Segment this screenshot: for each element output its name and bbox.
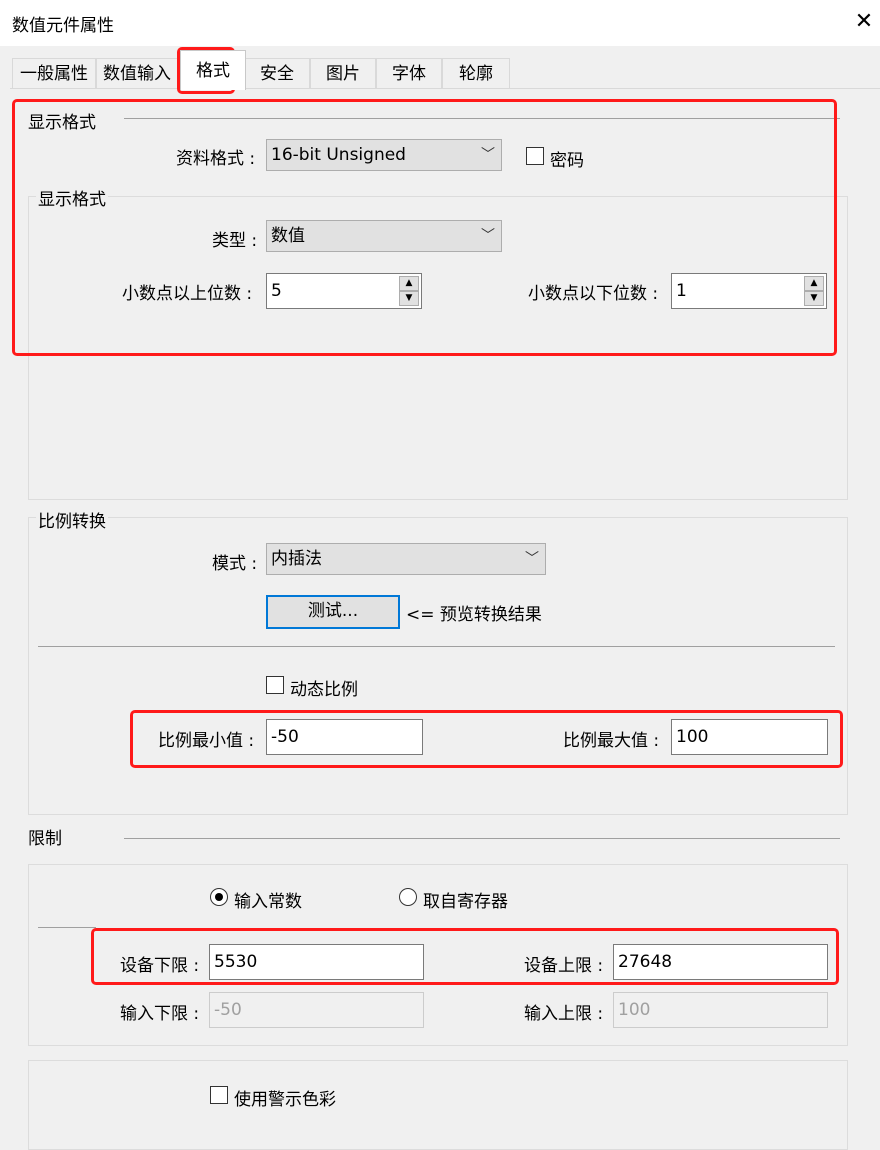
scale-max-input[interactable]: 100 <box>671 719 828 755</box>
mode-select[interactable]: 内插法 ﹀ <box>266 543 546 575</box>
tab-font[interactable]: 字体 <box>376 58 442 88</box>
spin-down-icon[interactable]: ▼ <box>804 291 824 306</box>
type-label: 类型 : <box>212 231 258 251</box>
preview-hint: <= 预览转换结果 <box>406 605 542 625</box>
int-digits-value: 5 <box>271 281 282 301</box>
dec-digits-label: 小数点以下位数 : <box>528 284 659 304</box>
limits-title-divider <box>124 838 840 839</box>
device-low-input[interactable]: 5530 <box>209 944 424 980</box>
tab-general[interactable]: 一般属性 <box>12 58 96 88</box>
device-low-label: 设备下限 : <box>120 956 200 976</box>
input-constant-label: 输入常数 <box>234 892 302 912</box>
input-low-field: -50 <box>209 992 424 1028</box>
radio-from-register[interactable] <box>399 888 417 906</box>
data-format-select[interactable]: 16-bit Unsigned ﹀ <box>266 139 502 171</box>
chevron-down-icon: ﹀ <box>525 551 539 567</box>
type-value: 数值 <box>271 226 305 246</box>
password-label: 密码 <box>550 151 584 171</box>
dec-digits-value: 1 <box>676 281 687 301</box>
display-format-divider <box>124 118 840 119</box>
device-high-label: 设备上限 : <box>524 956 604 976</box>
scaling-divider <box>38 646 835 647</box>
scale-max-label: 比例最大值 : <box>563 731 660 751</box>
password-checkbox[interactable] <box>526 147 544 165</box>
radio-input-constant[interactable] <box>210 888 228 906</box>
tab-security[interactable]: 安全 <box>244 58 310 88</box>
mode-value: 内插法 <box>271 549 322 569</box>
display-format-title: 显示格式 <box>28 113 96 133</box>
scale-min-input[interactable]: -50 <box>266 719 423 755</box>
spin-down-icon[interactable]: ▼ <box>399 291 419 306</box>
data-format-value: 16-bit Unsigned <box>271 145 406 165</box>
tab-format[interactable]: 格式 <box>180 50 246 90</box>
close-icon[interactable]: ✕ <box>848 6 880 38</box>
chevron-down-icon: ﹀ <box>481 147 495 163</box>
spin-up-icon[interactable]: ▲ <box>399 276 419 291</box>
data-format-label: 资料格式 : <box>176 149 256 169</box>
type-select[interactable]: 数值 ﹀ <box>266 220 502 252</box>
device-high-input[interactable]: 27648 <box>613 944 828 980</box>
from-register-label: 取自寄存器 <box>423 892 508 912</box>
int-digits-label: 小数点以上位数 : <box>122 284 253 304</box>
tab-numeric-input[interactable]: 数值输入 <box>96 58 178 88</box>
window-title: 数值元件属性 <box>12 16 114 36</box>
dynamic-scale-checkbox[interactable] <box>266 676 284 694</box>
chevron-down-icon: ﹀ <box>481 228 495 244</box>
display-format-subtitle: 显示格式 <box>36 185 108 210</box>
scale-min-label: 比例最小值 : <box>158 731 255 751</box>
title-bar <box>0 0 880 46</box>
scaling-title: 比例转换 <box>36 507 108 532</box>
tab-outline[interactable]: 轮廓 <box>442 58 510 88</box>
alarm-color-checkbox[interactable] <box>210 1086 228 1104</box>
test-button[interactable]: 测试... <box>266 595 400 629</box>
tab-picture[interactable]: 图片 <box>310 58 376 88</box>
input-low-label: 输入下限 : <box>120 1004 200 1024</box>
limits-divider <box>38 927 96 928</box>
dec-digits-stepper[interactable]: 1 ▲ ▼ <box>671 273 827 309</box>
mode-label: 模式 : <box>212 554 258 574</box>
input-high-field: 100 <box>613 992 828 1028</box>
spin-up-icon[interactable]: ▲ <box>804 276 824 291</box>
dynamic-scale-label: 动态比例 <box>290 680 358 700</box>
int-digits-stepper[interactable]: 5 ▲ ▼ <box>266 273 422 309</box>
alarm-color-label: 使用警示色彩 <box>234 1090 336 1110</box>
limits-title: 限制 <box>28 829 62 849</box>
input-high-label: 输入上限 : <box>524 1004 604 1024</box>
alarm-group <box>28 1060 848 1150</box>
